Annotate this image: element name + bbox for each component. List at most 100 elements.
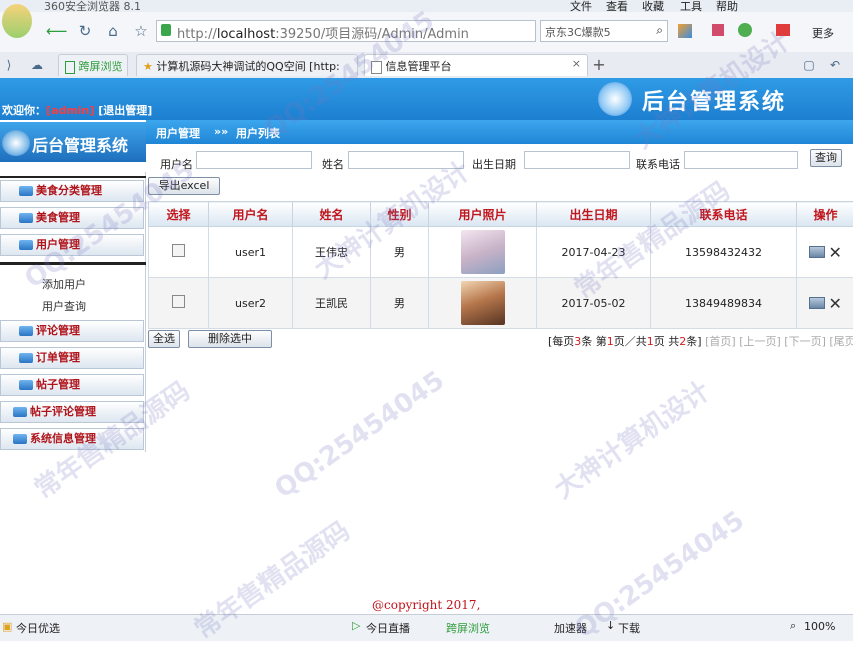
copyright: @copyright 2017, bbox=[372, 598, 480, 612]
username-label: 用户名 bbox=[160, 156, 193, 172]
address-bar[interactable]: http://localhost:39250/项目源码/Admin/Admin bbox=[156, 20, 536, 42]
breadcrumb-section[interactable]: 用户管理 bbox=[156, 125, 200, 141]
username-input[interactable] bbox=[196, 151, 312, 169]
search-form: 用户名 姓名 出生日期 联系电话 查询 bbox=[146, 146, 853, 174]
pager-per-page-suffix: 条 bbox=[581, 335, 592, 348]
folder-icon bbox=[19, 186, 33, 196]
sidebar-item-food-category[interactable]: 美食分类管理 bbox=[0, 180, 144, 202]
user-avatar[interactable] bbox=[2, 4, 32, 38]
cell-birthday: 2017-04-23 bbox=[537, 227, 651, 278]
pager-page-suffix: 页 bbox=[654, 335, 665, 348]
folder-icon bbox=[19, 380, 33, 390]
pager-prev[interactable]: [上一页] bbox=[739, 335, 781, 348]
edit-icon[interactable] bbox=[809, 246, 825, 258]
column-header: 选择 bbox=[149, 202, 209, 227]
query-button[interactable]: 查询 bbox=[810, 149, 842, 167]
pager-first[interactable]: [首页] bbox=[705, 335, 736, 348]
search-text: 京东3C爆款5 bbox=[545, 24, 611, 40]
sidebar-item-users[interactable]: 用户管理 bbox=[0, 234, 144, 256]
tab-info-platform[interactable]: 信息管理平台 × bbox=[364, 54, 588, 76]
edit-icon[interactable] bbox=[809, 297, 825, 309]
search-icon[interactable]: ⌕ bbox=[656, 23, 663, 38]
cloud-icon[interactable]: ☁ bbox=[28, 56, 46, 74]
cell-username: user1 bbox=[209, 227, 293, 278]
folder-icon bbox=[13, 407, 27, 417]
status-accelerator[interactable]: 加速器 bbox=[554, 620, 587, 636]
tab-qq-space[interactable]: ★ 计算机源码大神调试的QQ空间 [http: bbox=[136, 54, 358, 76]
name-label: 姓名 bbox=[322, 156, 344, 172]
select-all-button[interactable]: 全选 bbox=[148, 330, 180, 348]
name-input[interactable] bbox=[348, 151, 464, 169]
column-header: 姓名 bbox=[293, 202, 371, 227]
delete-selected-button[interactable]: 删除选中 bbox=[188, 330, 272, 348]
user-photo bbox=[461, 281, 505, 325]
sidebar-item-orders[interactable]: 订单管理 bbox=[0, 347, 144, 369]
export-excel-button[interactable]: 导出excel bbox=[148, 177, 220, 195]
submenu-add-user[interactable]: 添加用户 bbox=[42, 276, 86, 292]
app-header: 欢迎你：[admin] [退出管理] 后台管理系统 bbox=[0, 78, 853, 120]
status-download[interactable]: 下载 bbox=[618, 620, 640, 636]
phone-label: 联系电话 bbox=[636, 156, 680, 172]
sidebar-toggle-icon[interactable]: ⟩ bbox=[0, 56, 18, 74]
pager-last[interactable]: [尾页] bbox=[829, 335, 853, 348]
pager-total-pages: 1 bbox=[647, 335, 654, 348]
home-icon[interactable]: ⌂ bbox=[104, 22, 122, 40]
sidebar-header: 后台管理系统 bbox=[0, 122, 146, 162]
column-header: 性别 bbox=[371, 202, 429, 227]
close-icon[interactable]: × bbox=[572, 57, 581, 70]
sidebar-item-system-info[interactable]: 系统信息管理 bbox=[0, 428, 144, 450]
sidebar-item-posts[interactable]: 帖子管理 bbox=[0, 374, 144, 396]
sidebar-item-food[interactable]: 美食管理 bbox=[0, 207, 144, 229]
security-icon[interactable] bbox=[738, 23, 752, 37]
sidebar-item-label: 美食管理 bbox=[36, 211, 80, 224]
browser-title-bar: 360安全浏览器 8.1 文件 查看 收藏 工具 帮助 bbox=[0, 0, 853, 12]
star-icon[interactable]: ☆ bbox=[132, 22, 150, 40]
delete-icon[interactable]: ✕ bbox=[829, 294, 842, 313]
shield-icon bbox=[161, 24, 171, 36]
column-header: 出生日期 bbox=[537, 202, 651, 227]
status-live[interactable]: 今日直播 bbox=[366, 620, 410, 636]
submenu-query-user[interactable]: 用户查询 bbox=[42, 298, 86, 314]
zoom-icon: ⌕ bbox=[790, 619, 796, 633]
tab-cross-screen[interactable]: 跨屏浏览 bbox=[58, 54, 128, 76]
folder-icon bbox=[13, 434, 27, 444]
logo-icon bbox=[2, 130, 30, 156]
undo-icon[interactable]: ↶ bbox=[826, 56, 844, 74]
refresh-icon[interactable]: ↻ bbox=[76, 22, 94, 40]
sidebar-item-label: 帖子管理 bbox=[36, 378, 80, 391]
apps-icon[interactable] bbox=[678, 24, 692, 38]
sidebar-item-comments[interactable]: 评论管理 bbox=[0, 320, 144, 342]
column-header: 联系电话 bbox=[651, 202, 797, 227]
birthday-input[interactable] bbox=[524, 151, 630, 169]
phone-input[interactable] bbox=[684, 151, 798, 169]
search-box[interactable]: 京东3C爆款5 ⌕ bbox=[540, 20, 668, 42]
more-button[interactable]: 更多 bbox=[812, 25, 834, 41]
pager-next[interactable]: [下一页] bbox=[784, 335, 826, 348]
sidebar-item-post-comments[interactable]: 帖子评论管理 bbox=[0, 401, 144, 423]
row-checkbox[interactable] bbox=[172, 295, 185, 308]
logo-icon bbox=[598, 82, 632, 116]
logout-link[interactable]: [退出管理] bbox=[98, 104, 152, 117]
pdf-icon[interactable] bbox=[776, 24, 790, 36]
mail-icon[interactable] bbox=[712, 24, 724, 36]
delete-icon[interactable]: ✕ bbox=[829, 243, 842, 262]
restore-icon[interactable]: ▢ bbox=[800, 56, 818, 74]
browser-status-bar: ▣ 今日优选 ▷ 今日直播 跨屏浏览 加速器 ↓ 下载 ⌕ 100% bbox=[0, 614, 853, 641]
current-user: [admin] bbox=[46, 104, 94, 117]
star-icon: ★ bbox=[143, 60, 153, 73]
status-cross-screen[interactable]: 跨屏浏览 bbox=[446, 620, 490, 636]
row-checkbox[interactable] bbox=[172, 244, 185, 257]
back-icon[interactable]: ⟵ bbox=[46, 22, 64, 40]
user-photo bbox=[461, 230, 505, 274]
welcome-label: 欢迎你： bbox=[2, 104, 46, 117]
status-zoom[interactable]: 100% bbox=[804, 620, 835, 633]
user-table: 选择 用户名 姓名 性别 用户照片 出生日期 联系电话 操作 user1 王伟忠… bbox=[148, 201, 853, 329]
new-tab-icon[interactable]: + bbox=[590, 56, 608, 74]
cell-gender: 男 bbox=[371, 227, 429, 278]
status-today-picks[interactable]: 今日优选 bbox=[16, 620, 60, 636]
table-row: user1 王伟忠 男 2017-04-23 13598432432 ✕ bbox=[149, 227, 853, 278]
sidebar-item-label: 订单管理 bbox=[36, 351, 80, 364]
cell-phone: 13849489834 bbox=[651, 278, 797, 329]
cell-username: user2 bbox=[209, 278, 293, 329]
page-icon bbox=[371, 61, 382, 74]
